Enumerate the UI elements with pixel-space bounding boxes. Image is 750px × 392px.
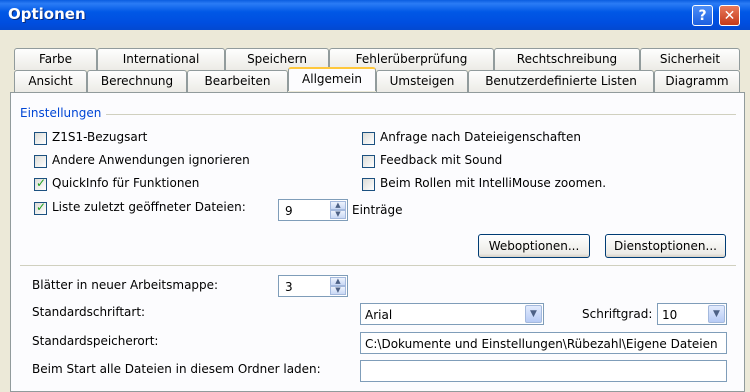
sheets-value: 3 <box>285 280 293 294</box>
size-label: Schriftgrad: <box>582 307 653 321</box>
spin-up-icon[interactable]: ▲ <box>330 277 346 286</box>
help-button[interactable]: ? <box>692 5 713 26</box>
chevron-down-icon[interactable]: ▼ <box>708 305 725 323</box>
section-divider <box>20 265 736 266</box>
quickinfo-label: QuickInfo für Funktionen <box>52 176 200 190</box>
save-location-label: Standardspeicherort: <box>32 334 159 348</box>
tab-allgemein[interactable]: Allgemein <box>288 67 376 91</box>
close-icon: ✕ <box>723 7 736 24</box>
question-icon: ? <box>698 7 707 24</box>
font-value: Arial <box>365 308 393 322</box>
ignore-apps-label: Andere Anwendungen ignorieren <box>52 153 250 167</box>
font-label: Standardschriftart: <box>32 305 146 319</box>
check-icon: ✓ <box>36 200 47 214</box>
settings-group-label: Einstellungen <box>20 106 102 120</box>
close-button[interactable]: ✕ <box>719 5 740 26</box>
recent-files-checkbox[interactable]: ✓ <box>34 200 47 215</box>
spin-down-icon[interactable]: ▼ <box>330 286 346 295</box>
save-location-input[interactable]: C:\Dokumente und Einstellungen\Rübezahl\… <box>360 332 727 354</box>
sheets-label: Blätter in neuer Arbeitsmappe: <box>32 278 219 292</box>
spin-down-icon[interactable]: ▼ <box>330 210 346 219</box>
window-title: Optionen <box>8 5 86 23</box>
tab-umsteigen[interactable]: Umsteigen <box>376 70 468 92</box>
intellimouse-label: Beim Rollen mit IntelliMouse zoomen. <box>380 176 607 190</box>
check-icon: ✓ <box>36 176 47 190</box>
size-value: 10 <box>662 308 678 322</box>
sheets-spinner[interactable]: 3 ▲ ▼ <box>278 275 348 297</box>
quickinfo-checkbox[interactable]: ✓ <box>34 176 47 191</box>
chevron-down-icon[interactable]: ▼ <box>525 305 542 323</box>
size-select[interactable]: 10 ▼ <box>657 303 727 325</box>
tab-berechnung[interactable]: Berechnung <box>87 70 187 92</box>
recent-files-suffix: Einträge <box>352 203 403 217</box>
tab-diagramm[interactable]: Diagramm <box>654 70 740 92</box>
r1c1-label: Z1S1-Bezugsart <box>52 130 148 144</box>
tab-international[interactable]: International <box>97 48 225 70</box>
prompt-props-label: Anfrage nach Dateieigenschaften <box>380 130 581 144</box>
web-options-button[interactable]: Weboptionen... <box>478 234 590 258</box>
ignore-apps-checkbox[interactable] <box>34 155 47 168</box>
tab-rechtschreibung[interactable]: Rechtschreibung <box>494 48 640 70</box>
service-options-button[interactable]: Dienstoptionen... <box>605 234 726 258</box>
tab-farbe[interactable]: Farbe <box>14 48 97 70</box>
prompt-props-checkbox[interactable] <box>362 132 375 145</box>
feedback-sound-label: Feedback mit Sound <box>380 153 503 167</box>
spin-up-icon[interactable]: ▲ <box>330 201 346 210</box>
save-location-value: C:\Dokumente und Einstellungen\Rübezahl\… <box>365 337 718 351</box>
startup-folder-input[interactable] <box>360 360 727 382</box>
group-divider <box>106 114 736 115</box>
recent-files-value: 9 <box>285 204 293 218</box>
feedback-sound-checkbox[interactable] <box>362 155 375 168</box>
r1c1-checkbox[interactable] <box>34 132 47 145</box>
startup-folder-label: Beim Start alle Dateien in diesem Ordner… <box>32 362 321 376</box>
title-bar[interactable] <box>0 0 750 30</box>
recent-files-spinner[interactable]: 9 ▲ ▼ <box>278 199 348 221</box>
tab-ansicht[interactable]: Ansicht <box>14 70 87 92</box>
tab-bearbeiten[interactable]: Bearbeiten <box>187 70 288 92</box>
tab-benutzerdefinierte-listen[interactable]: Benutzerdefinierte Listen <box>468 70 654 92</box>
font-select[interactable]: Arial ▼ <box>360 303 544 325</box>
intellimouse-checkbox[interactable] <box>362 178 375 191</box>
recent-files-label: Liste zuletzt geöffneter Dateien: <box>52 200 246 214</box>
tab-sicherheit[interactable]: Sicherheit <box>640 48 740 70</box>
